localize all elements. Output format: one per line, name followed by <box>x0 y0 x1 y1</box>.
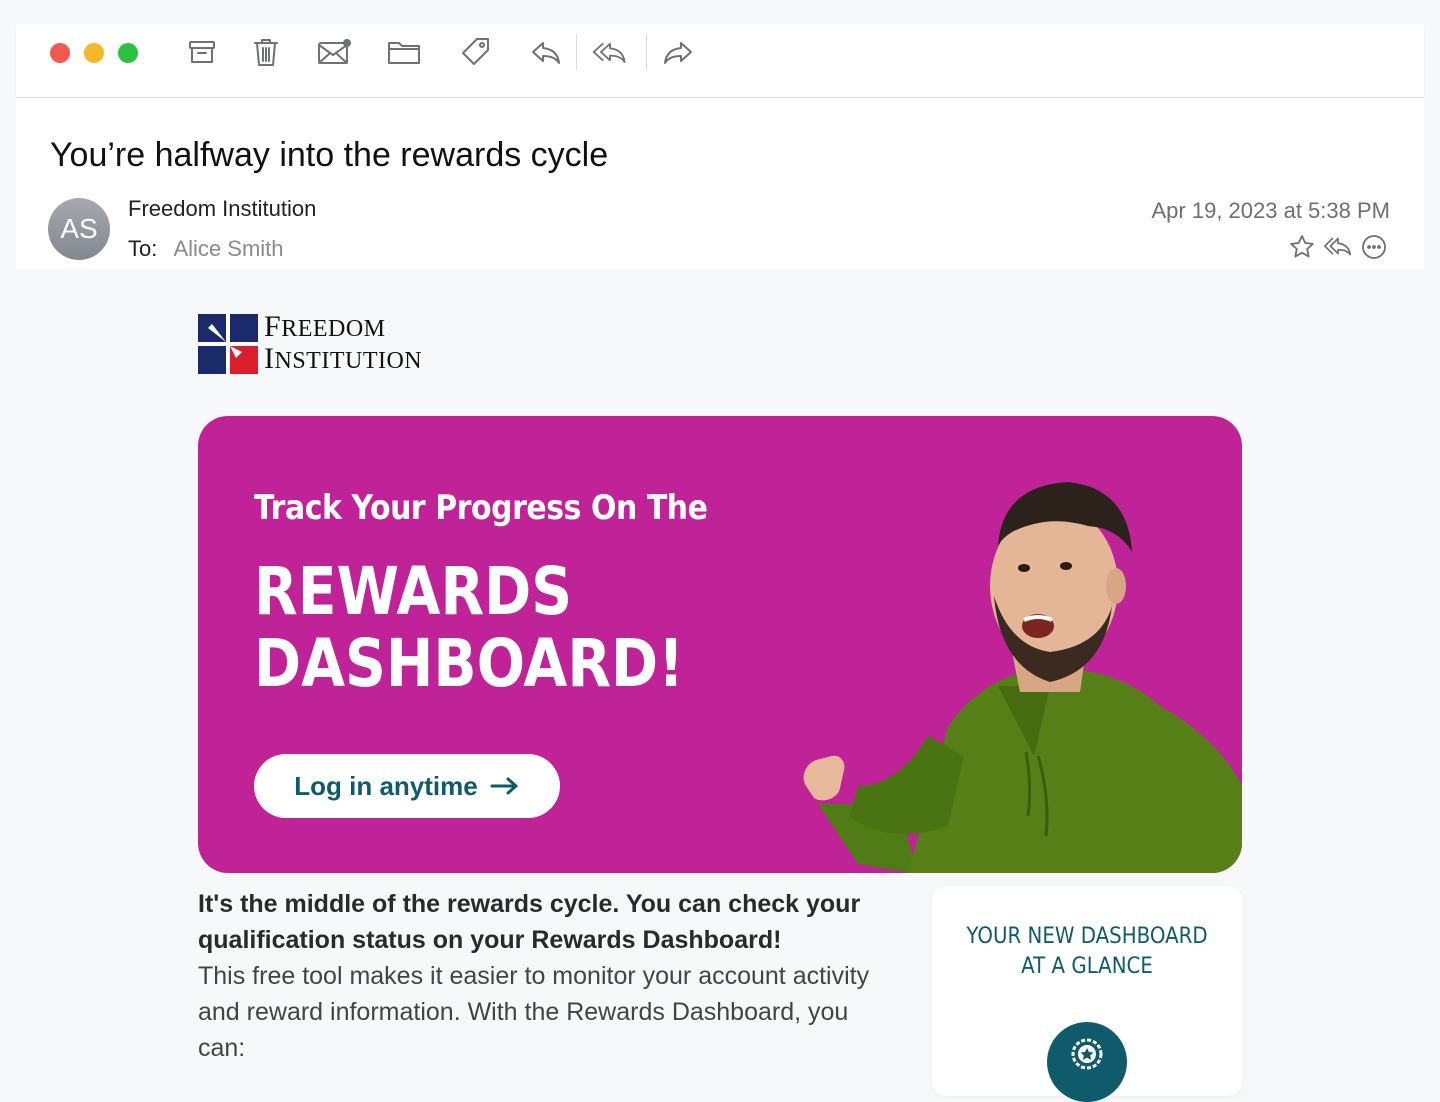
zoom-window-button[interactable] <box>118 43 138 63</box>
mark-unread-icon[interactable] <box>314 34 354 70</box>
card-title: YOUR NEW DASHBOARD AT A GLANCE <box>966 924 1208 979</box>
body-bold-text: It's the middle of the rewards cycle. Yo… <box>198 890 861 954</box>
email-header: You’re halfway into the rewards cycle AS… <box>16 98 1424 269</box>
toolbar-separator <box>576 34 577 70</box>
freedom-institution-logo: FREEDOM INSTITUTION <box>198 312 422 376</box>
hero-title: REWARDS DASHBOARD! <box>254 553 685 702</box>
star-icon[interactable] <box>1286 232 1318 262</box>
logo-wordmark: FREEDOM INSTITUTION <box>264 310 423 375</box>
email-body-text: It's the middle of the rewards cycle. Yo… <box>198 886 898 1066</box>
reply-all-icon[interactable] <box>1322 232 1354 262</box>
hero-banner: Track Your Progress On The REWARDS DASHB… <box>198 416 1242 873</box>
logo-mark-icon <box>198 314 258 374</box>
award-badge-icon <box>1047 1022 1127 1102</box>
dashboard-glance-card: YOUR NEW DASHBOARD AT A GLANCE <box>932 886 1242 1102</box>
reply-icon[interactable] <box>526 34 566 70</box>
email-date: Apr 19, 2023 at 5:38 PM <box>1151 198 1391 223</box>
trash-icon[interactable] <box>246 34 286 70</box>
forward-icon[interactable] <box>658 34 698 70</box>
window-controls <box>50 43 138 63</box>
minimize-window-button[interactable] <box>84 43 104 63</box>
recipient-row: To: Alice Smith <box>128 236 284 262</box>
email-subject: You’re halfway into the rewards cycle <box>50 136 609 174</box>
move-folder-icon[interactable] <box>384 34 424 70</box>
log-in-button[interactable]: Log in anytime <box>254 754 560 818</box>
hero-kicker: Track Your Progress On The <box>254 488 708 528</box>
sender-name[interactable]: Freedom Institution <box>128 196 316 222</box>
to-label: To: <box>128 236 158 261</box>
arrow-right-icon <box>490 777 518 795</box>
avatar: AS <box>48 198 110 260</box>
tag-icon[interactable] <box>456 34 496 70</box>
mail-toolbar <box>16 24 1424 98</box>
body-regular-text: This free tool makes it easier to monito… <box>198 962 870 1062</box>
recipient-name[interactable]: Alice Smith <box>173 236 283 261</box>
more-options-icon[interactable] <box>1358 232 1390 262</box>
reply-all-icon[interactable] <box>590 34 630 70</box>
header-actions <box>1286 232 1390 262</box>
close-window-button[interactable] <box>50 43 70 63</box>
archive-icon[interactable] <box>182 34 222 70</box>
smiling-man-photo <box>803 482 1242 873</box>
toolbar-separator <box>646 34 647 70</box>
